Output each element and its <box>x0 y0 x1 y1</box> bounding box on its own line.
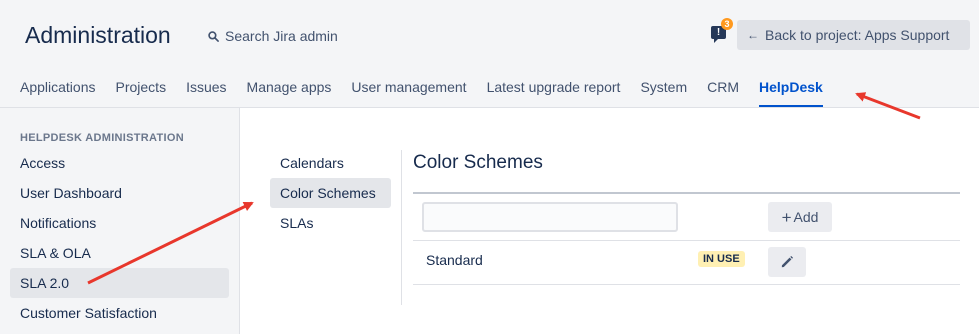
sidebar-heading: HELPDESK ADMINISTRATION <box>20 132 184 144</box>
nav-issues[interactable]: Issues <box>186 79 226 107</box>
notifications-button[interactable]: ! 3 <box>709 18 733 44</box>
back-to-project-label: Back to project: Apps Support <box>765 27 950 43</box>
pencil-icon <box>781 256 793 268</box>
sidebar-item-customer-satisfaction[interactable]: Customer Satisfaction <box>10 298 229 328</box>
add-button-label: Add <box>793 209 819 225</box>
table-row-divider <box>413 284 960 285</box>
admin-header: Administration Search Jira admin ! 3 ← B… <box>0 0 979 108</box>
sidebar-item-access[interactable]: Access <box>10 148 229 178</box>
sidebar-item-user-dashboard[interactable]: User Dashboard <box>10 178 229 208</box>
admin-nav: Applications Projects Issues Manage apps… <box>20 79 843 107</box>
search-icon <box>208 30 219 42</box>
sidebar-item-notifications[interactable]: Notifications <box>10 208 229 238</box>
sidebar-item-sla-ola[interactable]: SLA & OLA <box>10 238 229 268</box>
table-header-border <box>413 192 960 194</box>
nav-system[interactable]: System <box>640 79 687 107</box>
nav-applications[interactable]: Applications <box>20 79 96 107</box>
nav-projects[interactable]: Projects <box>116 79 167 107</box>
sidebar-item-sla-2-0[interactable]: SLA 2.0 <box>10 268 229 298</box>
nav-user-management[interactable]: User management <box>351 79 466 107</box>
search-jira-admin[interactable]: Search Jira admin <box>208 27 338 45</box>
helpdesk-admin-sidebar: HELPDESK ADMINISTRATION Access User Dash… <box>0 108 240 334</box>
table-row-divider <box>413 240 960 241</box>
back-arrow-icon: ← <box>747 28 759 42</box>
subnav-slas[interactable]: SLAs <box>270 208 391 238</box>
content-title: Color Schemes <box>413 152 543 173</box>
plus-icon: + <box>781 207 792 227</box>
notification-count-badge: 3 <box>721 18 733 30</box>
nav-latest-upgrade-report[interactable]: Latest upgrade report <box>487 79 621 107</box>
back-to-project-button[interactable]: ← Back to project: Apps Support <box>737 20 970 50</box>
search-label: Search Jira admin <box>225 28 338 44</box>
in-use-badge: IN USE <box>698 251 745 267</box>
page-title: Administration <box>25 22 171 48</box>
nav-helpdesk[interactable]: HelpDesk <box>759 79 823 107</box>
color-scheme-name: Standard <box>426 252 483 268</box>
edit-color-scheme-button[interactable] <box>768 247 806 277</box>
content-divider <box>401 150 402 305</box>
nav-crm[interactable]: CRM <box>707 79 739 107</box>
subnav-calendars[interactable]: Calendars <box>270 148 391 178</box>
add-color-scheme-button[interactable]: + Add <box>768 202 832 232</box>
subnav-color-schemes[interactable]: Color Schemes <box>270 178 391 208</box>
nav-manage-apps[interactable]: Manage apps <box>247 79 332 107</box>
color-scheme-name-input[interactable] <box>422 202 678 232</box>
